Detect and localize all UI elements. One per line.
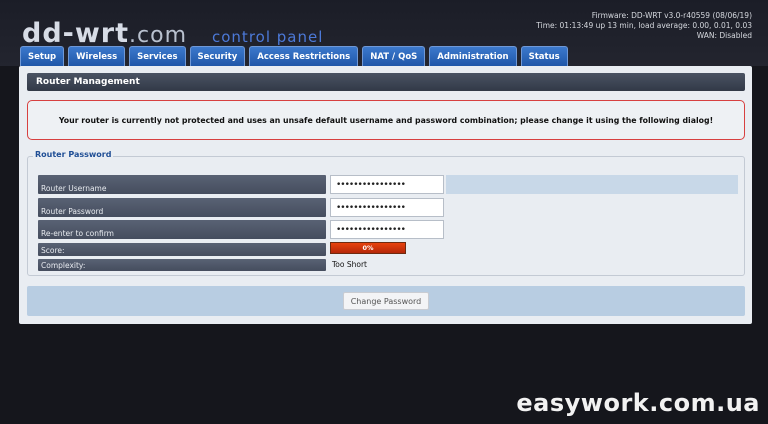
score-label: Score: — [38, 243, 326, 256]
firmware-text: Firmware: DD-WRT v3.0-r40559 (08/06/19) — [591, 11, 752, 20]
confirm-input[interactable]: •••••••••••••••• — [330, 220, 444, 239]
tab-access-restrictions[interactable]: Access Restrictions — [249, 46, 359, 66]
control-panel-subtitle: control panel — [212, 28, 324, 46]
tab-setup[interactable]: Setup — [20, 46, 65, 66]
wan-status: WAN: Disabled — [696, 31, 752, 40]
content-panel: Router Management Your router is current… — [19, 66, 752, 324]
score-value: 0% — [362, 244, 374, 252]
username-label: Router Username — [38, 175, 326, 194]
tab-services[interactable]: Services — [129, 46, 186, 66]
uptime-text: Time: 01:13:49 up 13 min, load average: … — [536, 21, 752, 30]
fieldset-legend: Router Password — [33, 150, 114, 159]
section-title: Router Management — [27, 73, 745, 91]
tab-security[interactable]: Security — [189, 46, 246, 66]
warning-message: Your router is currently not protected a… — [27, 100, 745, 140]
footer-bar: Change Password — [27, 286, 745, 316]
tab-nat-qos[interactable]: NAT / QoS — [362, 46, 426, 66]
complexity-label: Complexity: — [38, 259, 326, 271]
dd-wrt-logo: dd-wrt.com — [22, 18, 187, 49]
score-meter: 0% — [330, 242, 406, 254]
highlight-strip — [446, 175, 738, 194]
logo-suffix: .com — [129, 23, 188, 48]
warning-text: Your router is currently not protected a… — [58, 115, 714, 125]
router-password-fieldset: Router Password Router Username ••••••••… — [27, 150, 745, 276]
complexity-value: Too Short — [332, 260, 367, 269]
username-input[interactable]: •••••••••••••••• — [330, 175, 444, 194]
password-input[interactable]: •••••••••••••••• — [330, 198, 444, 217]
watermark: easywork.com.ua — [516, 389, 760, 417]
tab-status[interactable]: Status — [520, 46, 568, 66]
logo-main: dd-wrt — [22, 18, 130, 49]
tab-administration[interactable]: Administration — [429, 46, 517, 66]
tab-wireless[interactable]: Wireless — [68, 46, 126, 66]
main-tabs: Setup Wireless Services Security Access … — [20, 46, 572, 66]
router-info: Firmware: DD-WRT v3.0-r40559 (08/06/19) … — [536, 11, 752, 41]
confirm-label: Re-enter to confirm — [38, 220, 326, 239]
password-label: Router Password — [38, 198, 326, 217]
change-password-button[interactable]: Change Password — [342, 292, 430, 310]
